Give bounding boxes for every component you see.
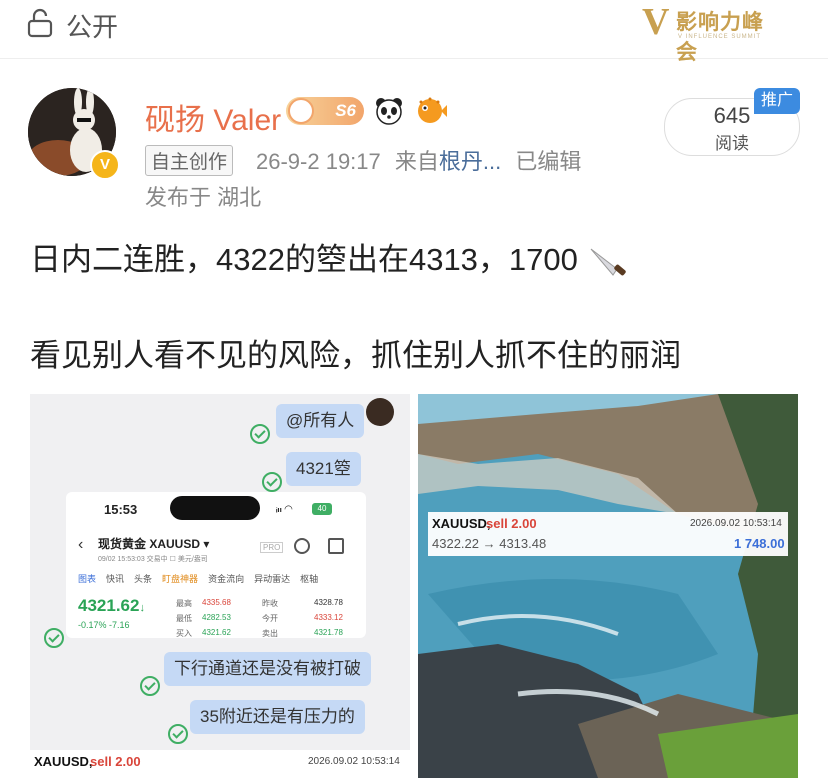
chat-bubble-mention: @所有人 — [276, 404, 365, 438]
read-check-icon — [140, 676, 160, 696]
source-tag: 自主创作 — [145, 145, 234, 176]
chat-bubble-2: 下行通道还是没有被打破 — [164, 652, 371, 686]
verified-badge-icon: V — [90, 150, 120, 180]
read-check-icon — [250, 424, 270, 444]
phone-screenshot: 15:53 ᵢₗₗ ◠ 40 ‹ 现货黄金 XAUUSD ▾ 09/02 15:… — [66, 492, 366, 638]
chat-bubble-3: 35附近还是有压力的 — [190, 700, 365, 734]
pufferfish-icon[interactable] — [415, 96, 447, 126]
promote-badge[interactable]: 推广 — [754, 88, 800, 114]
post-datetime: 26-9-2 19:17 — [256, 149, 381, 174]
post-text-line-2: 看见别人看不见的风险，抓住别人抓不住的丽润 — [30, 338, 681, 373]
chat-avatar — [366, 398, 394, 426]
author-badges: S6 — [286, 96, 453, 130]
from-app-link[interactable]: 根丹... — [439, 149, 501, 174]
level-badge[interactable]: S6 — [286, 97, 364, 125]
phone-notch — [170, 496, 260, 520]
read-check-icon — [44, 628, 64, 648]
read-check-icon — [168, 724, 188, 744]
chat-screenshot-image[interactable]: @所有人 4321箜 15:53 ᵢₗₗ ◠ 40 ‹ 现货黄金 XAUUSD … — [30, 394, 410, 778]
coast-photo — [418, 394, 798, 778]
summit-logo: V 影响力峰会 V INFLUENCE SUMMIT — [642, 1, 764, 64]
trade-record-card: XAUUSD, sell 2.00 2026.09.02 10:53:14 43… — [428, 512, 788, 556]
post-meta: 26-9-2 19:17 来自根丹... 已编辑 — [256, 144, 581, 176]
phone-tabs: 图表 快讯 头条 盯盘神器 资金流向 异动雷达 枢轴 — [78, 574, 319, 584]
read-check-icon — [262, 472, 282, 492]
share-icon — [328, 538, 344, 554]
chat-bubble-1: 4321箜 — [286, 452, 361, 486]
gold-price: 4321.62↓ — [78, 596, 145, 615]
signal-icon: ᵢₗₗ ◠ — [276, 504, 293, 515]
knife-icon — [590, 248, 626, 276]
post-location: 发布于 湖北 — [145, 185, 262, 210]
trade-record-left: XAUUSD, sell 2.00 2026.09.02 10:53:14 — [30, 750, 410, 778]
back-icon: ‹ — [78, 536, 84, 553]
read-label: 阅读 — [715, 134, 749, 153]
top-bar: 公开 V 影响力峰会 V INFLUENCE SUMMIT — [0, 0, 828, 64]
search-icon — [294, 538, 310, 554]
from-label: 来自 — [394, 149, 439, 174]
panda-icon[interactable] — [374, 96, 404, 126]
unlock-icon[interactable] — [26, 8, 56, 38]
author-name[interactable]: 砚扬 Valer — [145, 95, 281, 139]
visibility-label[interactable]: 公开 — [66, 7, 118, 44]
edited-label[interactable]: 已编辑 — [515, 149, 581, 174]
post-text-line-1: 日内二连胜，4322的箜出在4313，1700 — [30, 234, 627, 279]
coast-photo-image[interactable]: XAUUSD, sell 2.00 2026.09.02 10:53:14 43… — [418, 394, 798, 778]
astronaut-icon — [288, 98, 314, 124]
battery-icon: 40 — [312, 503, 332, 515]
